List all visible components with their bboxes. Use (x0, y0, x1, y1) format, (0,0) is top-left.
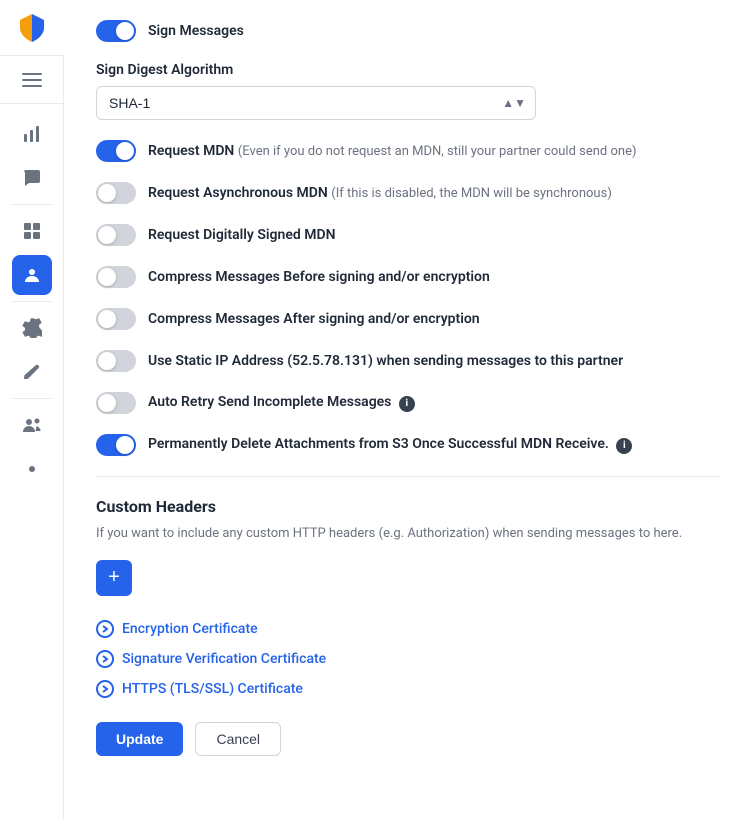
sidebar-item-profile[interactable] (12, 255, 52, 295)
compress-after-row: Compress Messages After signing and/or e… (96, 308, 720, 330)
permanently-delete-label: Permanently Delete Attachments from S3 O… (148, 436, 632, 454)
sidebar-item-grid[interactable] (12, 211, 52, 251)
sign-messages-label: Sign Messages (148, 23, 244, 39)
request-mdn-row: Request MDN (Even if you do not request … (96, 140, 720, 162)
sidebar-divider-3 (12, 398, 52, 399)
signature-cert-row[interactable]: Signature Verification Certificate (96, 650, 720, 668)
add-custom-header-button[interactable]: + (96, 560, 132, 596)
use-static-ip-label: Use Static IP Address (52.5.78.131) when… (148, 353, 623, 369)
custom-headers-desc: If you want to include any custom HTTP h… (96, 524, 720, 544)
sidebar-item-edit[interactable] (12, 352, 52, 392)
request-async-mdn-label: Request Asynchronous MDN (If this is dis… (148, 185, 612, 201)
https-cert-chevron-icon (96, 680, 114, 698)
sign-digest-select[interactable]: SHA-1 SHA-256 SHA-384 SHA-512 MD5 (96, 86, 536, 120)
cancel-button[interactable]: Cancel (195, 722, 281, 756)
use-static-ip-row: Use Static IP Address (52.5.78.131) when… (96, 350, 720, 372)
sign-digest-label: Sign Digest Algorithm (96, 62, 720, 78)
request-mdn-note: (Even if you do not request an MDN, stil… (238, 144, 637, 159)
sidebar-divider-2 (12, 301, 52, 302)
permanently-delete-info-icon[interactable]: i (616, 438, 632, 454)
use-static-ip-toggle[interactable] (96, 350, 136, 372)
signature-cert-chevron-icon (96, 650, 114, 668)
encryption-cert-link: Encryption Certificate (122, 621, 258, 637)
signature-cert-link: Signature Verification Certificate (122, 651, 326, 667)
content-area: Sign Messages Sign Digest Algorithm SHA-… (64, 0, 752, 819)
compress-before-row: Compress Messages Before signing and/or … (96, 266, 720, 288)
auto-retry-toggle[interactable] (96, 392, 136, 414)
request-mdn-toggle[interactable] (96, 140, 136, 162)
sidebar-item-gear[interactable] (12, 308, 52, 348)
sidebar-item-messages[interactable] (12, 158, 52, 198)
sidebar-item-settings[interactable] (12, 449, 52, 489)
compress-after-label: Compress Messages After signing and/or e… (148, 311, 480, 327)
request-digitally-signed-mdn-row: Request Digitally Signed MDN (96, 224, 720, 246)
sidebar-divider-1 (12, 204, 52, 205)
permanently-delete-row: Permanently Delete Attachments from S3 O… (96, 434, 720, 456)
encryption-cert-row[interactable]: Encryption Certificate (96, 620, 720, 638)
compress-before-toggle[interactable] (96, 266, 136, 288)
auto-retry-info-icon[interactable]: i (399, 396, 415, 412)
https-cert-row[interactable]: HTTPS (TLS/SSL) Certificate (96, 680, 720, 698)
sign-digest-select-wrapper: SHA-1 SHA-256 SHA-384 SHA-512 MD5 ▲▼ (96, 86, 536, 120)
permanently-delete-toggle[interactable] (96, 434, 136, 456)
auto-retry-row: Auto Retry Send Incomplete Messages i (96, 392, 720, 414)
custom-headers-title: Custom Headers (96, 497, 720, 516)
sidebar-item-users[interactable] (12, 405, 52, 445)
compress-before-label: Compress Messages Before signing and/or … (148, 269, 490, 285)
sign-messages-toggle[interactable] (96, 20, 136, 42)
section-divider (96, 476, 720, 477)
request-digitally-signed-mdn-label: Request Digitally Signed MDN (148, 227, 335, 243)
compress-after-toggle[interactable] (96, 308, 136, 330)
sidebar (0, 0, 64, 819)
sidebar-nav (0, 104, 63, 819)
request-async-mdn-toggle[interactable] (96, 182, 136, 204)
main-content: Sign Messages Sign Digest Algorithm SHA-… (64, 0, 752, 819)
https-cert-link: HTTPS (TLS/SSL) Certificate (122, 681, 303, 697)
request-async-mdn-note: (If this is disabled, the MDN will be sy… (331, 186, 612, 201)
request-async-mdn-row: Request Asynchronous MDN (If this is dis… (96, 182, 720, 204)
request-digitally-signed-mdn-toggle[interactable] (96, 224, 136, 246)
update-button[interactable]: Update (96, 722, 183, 756)
menu-button[interactable] (0, 56, 64, 104)
plus-icon: + (108, 566, 120, 589)
request-mdn-label: Request MDN (Even if you do not request … (148, 143, 637, 159)
sign-messages-row: Sign Messages (96, 20, 720, 42)
sidebar-item-analytics[interactable] (12, 114, 52, 154)
footer-buttons: Update Cancel (96, 722, 720, 756)
logo (0, 0, 64, 56)
encryption-cert-chevron-icon (96, 620, 114, 638)
auto-retry-label: Auto Retry Send Incomplete Messages i (148, 394, 415, 412)
